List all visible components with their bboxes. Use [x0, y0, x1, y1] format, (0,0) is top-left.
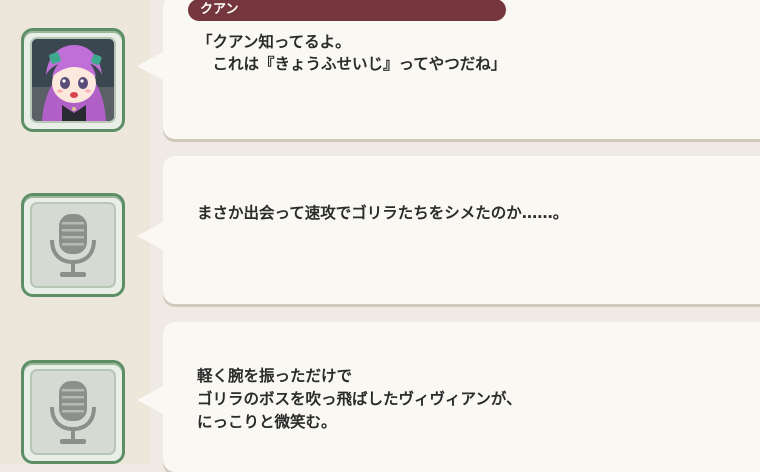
bubble-tail — [137, 386, 163, 414]
dialogue-bubble: まさか出会って速攻でゴリラたちをシメたのか……。 — [137, 156, 760, 304]
dialogue-line: まさか出会って速攻でゴリラたちをシメたのか……。 — [197, 204, 569, 222]
dialogue-line: 軽く腕を振っただけで — [197, 367, 353, 385]
dialogue-line: 「クアン知ってるよ。 — [197, 33, 351, 51]
dialogue-line: これは『きょうふせいじ』ってやつだね」 — [197, 55, 507, 73]
microphone-icon-frame — [30, 202, 116, 288]
microphone-icon — [50, 381, 96, 444]
microphone-icon-frame — [30, 369, 116, 455]
microphone-icon — [50, 214, 96, 277]
dialogue-line: にっこりと微笑む。 — [197, 413, 337, 431]
voice-replay-button[interactable] — [21, 193, 125, 297]
bubble-tail — [137, 52, 163, 80]
character-portrait — [30, 37, 116, 123]
girl-portrait-icon — [32, 39, 114, 121]
dialogue-bubble: クアン 「クアン知ってるよ。 これは『きょうふせいじ』ってやつだね」 — [137, 0, 760, 139]
dialogue-bubble: 軽く腕を振っただけで ゴリラのボスを吹っ飛ばしたヴィヴィアンが、 にっこりと微笑… — [137, 322, 760, 472]
bubble-tail — [137, 222, 163, 250]
speaker-nameplate: クアン — [188, 0, 506, 21]
dialogue-line: ゴリラのボスを吹っ飛ばしたヴィヴィアンが、 — [197, 390, 522, 408]
speaker-portrait[interactable] — [21, 28, 125, 132]
voice-replay-button[interactable] — [21, 360, 125, 464]
